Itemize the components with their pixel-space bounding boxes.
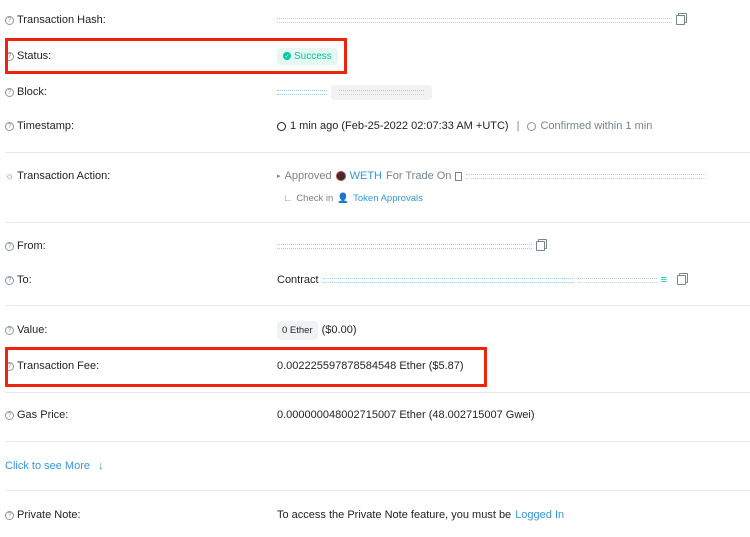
contract-label: Contract [277, 274, 319, 286]
for-trade-text: For Trade On [386, 170, 452, 182]
lightbulb-icon: ☼ [5, 170, 15, 182]
row-transaction-action: ☼ Transaction Action: ▸ Approved WETH For Tr… [0, 166, 750, 186]
block-number-redacted[interactable] [277, 89, 327, 95]
help-icon[interactable]: ? [5, 510, 14, 520]
row-gas-price: ? Gas Price: 0.000000048002715007 Ether (… [0, 405, 750, 425]
divider [5, 441, 750, 442]
divider [5, 305, 750, 306]
help-icon[interactable]: ? [5, 15, 14, 25]
row-private-note: ? Private Note: To access the Private Not… [0, 505, 750, 525]
arrow-down-icon: ↓ [97, 460, 104, 472]
gas-price-value: 0.000000048002715007 Ether (48.002715007… [277, 409, 535, 421]
approved-text: Approved [284, 170, 332, 182]
help-icon[interactable]: ? [5, 325, 14, 335]
row-transaction-hash: ? Transaction Hash: [0, 10, 750, 30]
token-approvals-link[interactable]: Token Approvals [353, 193, 423, 204]
document-icon [455, 171, 463, 181]
contract-name-redacted [576, 277, 657, 283]
row-from: ? From: [0, 236, 750, 256]
label: Value: [17, 324, 48, 336]
row-value: ? Value: 0 Ether ($0.00) [0, 320, 750, 340]
click-to-see-more-button[interactable]: Click to see More ↓ [0, 456, 750, 476]
label: Transaction Hash: [17, 14, 106, 26]
label: Gas Price: [17, 409, 69, 421]
branch-icon: ∟ [283, 192, 293, 204]
row-timestamp: ? Timestamp: 1 min ago (Feb-25-2022 02:07… [0, 116, 750, 136]
row-check-in: ∟ Check in 👤 Token Approvals [0, 188, 750, 208]
copy-icon[interactable] [536, 241, 545, 251]
help-icon[interactable]: ? [5, 121, 14, 131]
to-address-redacted[interactable] [322, 277, 573, 283]
highlight-box-status [5, 38, 347, 74]
row-block: ? Block: [0, 82, 750, 102]
label: Private Note: [17, 509, 81, 521]
divider [5, 490, 750, 491]
help-icon[interactable]: ? [5, 241, 14, 251]
label: From: [17, 240, 46, 252]
label: Timestamp: [17, 120, 75, 132]
timer-icon [527, 121, 537, 131]
check-in-text: Check in [296, 192, 334, 204]
spender-redacted [466, 173, 707, 179]
label: Transaction Action: [17, 170, 111, 182]
help-icon[interactable]: ? [5, 275, 14, 285]
private-note-text: To access the Private Note feature, you … [277, 509, 512, 521]
row-to: ? To: Contract ≡ [0, 270, 750, 290]
see-more-label[interactable]: Click to see More [5, 460, 90, 472]
from-address-redacted[interactable] [277, 243, 532, 249]
caret-right-icon: ▸ [277, 173, 281, 180]
token-link[interactable]: WETH [350, 170, 382, 182]
label: Block: [17, 86, 47, 98]
help-icon[interactable]: ? [5, 87, 14, 97]
hash-value-redacted [277, 17, 672, 23]
confirmed-text: Confirmed within 1 min [540, 120, 653, 132]
value-amount: 0 Ether [277, 320, 318, 340]
verified-icon: ≡ [660, 274, 667, 286]
user-check-icon: 👤 [337, 192, 350, 204]
value-usd: ($0.00) [321, 324, 357, 336]
copy-icon[interactable] [677, 275, 686, 285]
copy-icon[interactable] [676, 15, 685, 25]
help-icon[interactable]: ? [5, 410, 14, 420]
block-confirmations-redacted [339, 89, 424, 95]
highlight-box-transaction-fee [5, 347, 487, 387]
divider [5, 392, 750, 393]
clock-icon [277, 121, 286, 131]
weth-token-icon [335, 171, 346, 181]
divider [5, 222, 750, 223]
timestamp-value: 1 min ago (Feb-25-2022 02:07:33 AM +UTC) [290, 120, 509, 132]
label: To: [17, 274, 32, 286]
logged-in-link[interactable]: Logged In [515, 509, 564, 521]
divider [5, 152, 750, 153]
separator: | [516, 120, 520, 132]
